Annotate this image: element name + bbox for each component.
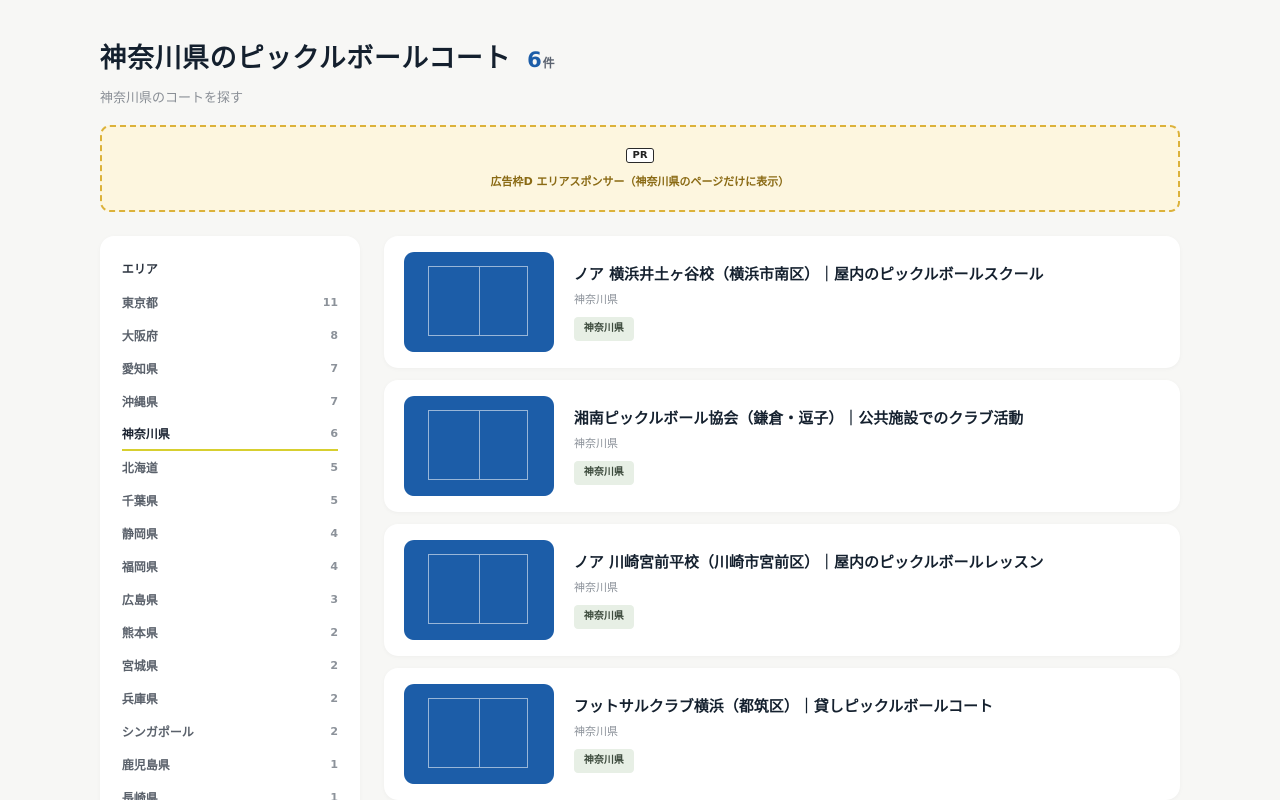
area-item-label: 神奈川県 <box>122 427 171 441</box>
area-item[interactable]: 愛知県 7 <box>122 352 338 385</box>
area-item[interactable]: 北海道 5 <box>122 451 338 484</box>
pickleball-court-icon <box>404 252 554 352</box>
area-item-count: 8 <box>330 329 338 342</box>
area-item-count: 5 <box>330 461 338 474</box>
area-item[interactable]: 大阪府 8 <box>122 319 338 352</box>
area-item-count: 2 <box>330 626 338 639</box>
court-card[interactable]: 湘南ピックルボール協会（鎌倉・逗子）｜公共施設でのクラブ活動 神奈川県 神奈川県 <box>384 380 1180 512</box>
area-item-label: 千葉県 <box>122 494 159 508</box>
area-item-label: 熊本県 <box>122 626 159 640</box>
area-item-label: 大阪府 <box>122 329 159 343</box>
court-outline <box>428 698 528 768</box>
court-list: ノア 横浜井土ヶ谷校（横浜市南区）｜屋内のピックルボールスクール 神奈川県 神奈川県… <box>384 236 1180 800</box>
result-count-unit: 件 <box>542 56 555 70</box>
court-outline <box>428 410 528 480</box>
court-net-line <box>479 555 480 623</box>
area-item-count: 7 <box>330 362 338 375</box>
court-card[interactable]: ノア 川崎宮前平校（川崎市宮前区）｜屋内のピックルボールレッスン 神奈川県 神奈川県 <box>384 524 1180 656</box>
area-item-label: 兵庫県 <box>122 692 159 706</box>
result-count: 6 件 <box>527 48 555 72</box>
area-item[interactable]: 東京都 11 <box>122 286 338 319</box>
result-count-number: 6 <box>527 48 542 72</box>
area-item-count: 2 <box>330 659 338 672</box>
pickleball-court-icon <box>404 540 554 640</box>
area-item-count: 1 <box>330 791 338 800</box>
area-item[interactable]: 兵庫県 2 <box>122 682 338 715</box>
area-item-count: 1 <box>330 758 338 771</box>
area-item-label: 沖縄県 <box>122 395 159 409</box>
area-item-count: 6 <box>330 427 338 440</box>
title-row: 神奈川県のピックルボールコート 6 件 <box>100 36 555 75</box>
area-item-label: 宮城県 <box>122 659 159 673</box>
area-item-label: 福岡県 <box>122 560 159 574</box>
court-card-tag[interactable]: 神奈川県 <box>574 605 634 629</box>
page: 神奈川県のピックルボールコート 6 件 神奈川県のコートを探す PR 広告枠D … <box>0 0 1280 800</box>
area-item-count: 4 <box>330 527 338 540</box>
area-item-label: 長崎県 <box>122 791 159 800</box>
page-title: 神奈川県のピックルボールコート <box>100 43 512 74</box>
area-item[interactable]: 宮城県 2 <box>122 649 338 682</box>
court-card-title[interactable]: ノア 川崎宮前平校（川崎市宮前区）｜屋内のピックルボールレッスン <box>574 551 1044 572</box>
area-item-label: 愛知県 <box>122 362 159 376</box>
area-item-count: 11 <box>322 296 338 309</box>
area-item-count: 4 <box>330 560 338 573</box>
area-item[interactable]: 静岡県 4 <box>122 517 338 550</box>
area-item-count: 5 <box>330 494 338 507</box>
area-item-count: 7 <box>330 395 338 408</box>
sponsor-ad-banner[interactable]: PR 広告枠D エリアスポンサー（神奈川県のページだけに表示） <box>100 125 1180 212</box>
area-item-label: 東京都 <box>122 296 159 310</box>
court-card[interactable]: フットサルクラブ横浜（都筑区）｜貸しピックルボールコート 神奈川県 神奈川県 <box>384 668 1180 800</box>
area-sidebar: エリア 東京都 11 大阪府 8 愛知県 7 沖縄県 7 神奈川県 6 北海道 5 千葉県 5 静岡県 4 福岡… <box>100 236 360 800</box>
area-item-count: 2 <box>330 692 338 705</box>
court-card-prefecture: 神奈川県 <box>574 581 618 594</box>
area-item[interactable]: 神奈川県 6 <box>122 418 338 451</box>
court-net-line <box>479 267 480 335</box>
court-net-line <box>479 411 480 479</box>
court-card-prefecture: 神奈川県 <box>574 725 618 738</box>
court-card-prefecture: 神奈川県 <box>574 293 618 306</box>
area-item[interactable]: 沖縄県 7 <box>122 385 338 418</box>
pickleball-court-icon <box>404 396 554 496</box>
court-outline <box>428 266 528 336</box>
area-item-count: 3 <box>330 593 338 606</box>
sidebar-heading: エリア <box>122 262 159 276</box>
area-list: 東京都 11 大阪府 8 愛知県 7 沖縄県 7 神奈川県 6 北海道 5 千葉県 5 静岡県 4 福岡県 4 広島… <box>122 286 338 800</box>
area-item[interactable]: 福岡県 4 <box>122 550 338 583</box>
court-outline <box>428 554 528 624</box>
area-item-label: 静岡県 <box>122 527 159 541</box>
area-item-label: 北海道 <box>122 461 159 475</box>
area-item-label: 鹿児島県 <box>122 758 171 772</box>
court-card-tag[interactable]: 神奈川県 <box>574 317 634 341</box>
area-item[interactable]: 広島県 3 <box>122 583 338 616</box>
page-header: 神奈川県のピックルボールコート 6 件 神奈川県のコートを探す <box>100 36 555 106</box>
ad-text: 広告枠D エリアスポンサー（神奈川県のページだけに表示） <box>490 175 790 188</box>
page-subtitle: 神奈川県のコートを探す <box>100 91 244 106</box>
court-card-title[interactable]: フットサルクラブ横浜（都筑区）｜貸しピックルボールコート <box>574 695 993 716</box>
pr-badge: PR <box>626 148 654 163</box>
area-item[interactable]: シンガポール 2 <box>122 715 338 748</box>
area-item-label: 広島県 <box>122 593 159 607</box>
court-card-tag[interactable]: 神奈川県 <box>574 749 634 773</box>
area-item[interactable]: 熊本県 2 <box>122 616 338 649</box>
area-item-count: 2 <box>330 725 338 738</box>
area-item[interactable]: 鹿児島県 1 <box>122 748 338 781</box>
area-item-label: シンガポール <box>122 725 195 739</box>
court-card-title[interactable]: ノア 横浜井土ヶ谷校（横浜市南区）｜屋内のピックルボールスクール <box>574 263 1044 284</box>
court-card-tag[interactable]: 神奈川県 <box>574 461 634 485</box>
court-net-line <box>479 699 480 767</box>
pickleball-court-icon <box>404 684 554 784</box>
court-card-prefecture: 神奈川県 <box>574 437 618 450</box>
area-item[interactable]: 千葉県 5 <box>122 484 338 517</box>
court-card[interactable]: ノア 横浜井土ヶ谷校（横浜市南区）｜屋内のピックルボールスクール 神奈川県 神奈川県 <box>384 236 1180 368</box>
court-card-title[interactable]: 湘南ピックルボール協会（鎌倉・逗子）｜公共施設でのクラブ活動 <box>574 407 1024 428</box>
area-item[interactable]: 長崎県 1 <box>122 781 338 800</box>
